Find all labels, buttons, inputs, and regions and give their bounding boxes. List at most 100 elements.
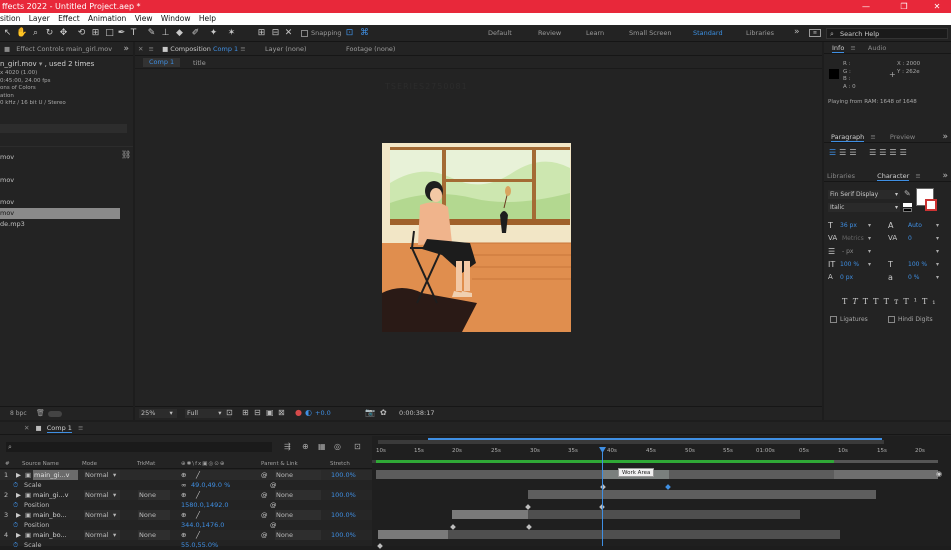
list-item[interactable]: mov <box>0 197 120 208</box>
pickwhip-icon[interactable]: @ <box>270 520 277 530</box>
footage-tab[interactable]: Footage (none) <box>346 42 395 56</box>
menu-animation[interactable]: Animation <box>88 14 126 23</box>
superscript-icon[interactable]: T¹ <box>903 297 922 306</box>
layer-4-bar[interactable] <box>378 530 448 539</box>
snap-edges-icon[interactable]: ⊡ <box>344 28 355 39</box>
mask-visibility-icon[interactable]: ⊟ <box>254 408 261 417</box>
expand-icon[interactable]: ▶ <box>16 510 21 520</box>
workspace-small-screen[interactable]: Small Screen <box>629 29 671 37</box>
zoom-tool-icon[interactable]: ⌕ <box>30 28 41 39</box>
table-row[interactable]: 4 ▶ ▣ main_bo... Normal ▾ None ⊕ ╱ @ Non… <box>0 530 372 540</box>
workspace-default[interactable]: Default <box>488 29 512 37</box>
stopwatch-icon[interactable]: ⏱ <box>13 500 18 510</box>
property-value[interactable]: 344.0,1476.0 <box>181 520 224 530</box>
dropdown-arrow-icon[interactable]: ▾ <box>113 490 116 500</box>
breadcrumb-title[interactable]: title <box>193 59 206 67</box>
project-search-field[interactable] <box>0 124 127 133</box>
table-row[interactable]: 3 ▶ ▣ main_bo... Normal ▾ None ⊕ ╱ @ Non… <box>0 510 372 520</box>
layer-name[interactable]: main_gi...v <box>33 470 78 480</box>
bpc-label[interactable]: 8 bpc <box>10 410 27 417</box>
align-center-icon[interactable]: ☰ <box>839 148 849 157</box>
workspace-menu-icon[interactable]: ≡ <box>809 29 821 37</box>
list-item[interactable]: de.mp3 <box>0 219 120 230</box>
keyframe[interactable] <box>665 484 671 490</box>
character-tab[interactable]: Character <box>877 172 910 181</box>
trkmat-dropdown[interactable]: None <box>138 530 170 540</box>
project-flowchart-icon[interactable]: ⛓ <box>121 150 131 159</box>
exposure-value[interactable]: +0.0 <box>315 409 331 417</box>
workspace-learn[interactable]: Learn <box>586 29 604 37</box>
property-value[interactable]: 49.0,49.0 % <box>191 480 230 490</box>
mode-header[interactable]: Mode <box>82 460 97 469</box>
trkmat-header[interactable]: TrkMat <box>137 460 155 469</box>
menu-layer[interactable]: Layer <box>29 14 50 23</box>
stretch-header[interactable]: Stretch <box>330 460 350 469</box>
shy-switch-icon[interactable]: ⊕ <box>181 510 186 520</box>
pen-tool-icon[interactable]: ✒ <box>116 28 127 39</box>
stopwatch-icon[interactable]: ⏱ <box>13 520 18 530</box>
search-help-field[interactable]: ⌕ Search Help <box>826 28 948 39</box>
pickwhip-icon[interactable]: @ <box>270 500 277 510</box>
trash-icon[interactable]: 🗑 <box>36 409 45 417</box>
quality-switch-icon[interactable]: ╱ <box>196 510 200 520</box>
faux-italic-icon[interactable]: T <box>852 297 862 306</box>
snap-icon[interactable]: ✕ <box>283 28 294 39</box>
list-item[interactable]: mov <box>0 175 120 186</box>
timeline-comp-tab[interactable]: Comp 1 <box>46 424 72 433</box>
align-icon[interactable]: ⊟ <box>270 28 281 39</box>
pickwhip-icon[interactable]: @ <box>261 510 268 520</box>
brush-tool-icon[interactable]: ✎ <box>146 28 157 39</box>
info-tab[interactable]: Info <box>832 44 845 53</box>
justify-last-right-icon[interactable]: ☰ <box>889 148 899 157</box>
layer-2-bar[interactable] <box>528 490 876 499</box>
transparency-grid-icon[interactable]: ⊞ <box>242 408 249 417</box>
table-row[interactable]: 2 ▶ ▣ main_gi...v Normal ▾ None ⊕ ╱ @ No… <box>0 490 372 500</box>
menu-view[interactable]: View <box>135 14 153 23</box>
resolution-dropdown[interactable]: Full ▾ <box>185 409 231 418</box>
kerning-value[interactable]: Metrics <box>842 232 864 245</box>
align-left-icon[interactable]: ☰ <box>829 148 839 157</box>
panel-close-icon[interactable]: ✕ <box>138 45 143 53</box>
viewer-timecode[interactable]: 0:00:38:17 <box>399 409 435 417</box>
breadcrumb-comp-1[interactable]: Comp 1 <box>143 58 181 67</box>
frame-blending-icon[interactable]: ◎ <box>334 442 341 451</box>
close-button[interactable]: ✕ <box>925 0 949 13</box>
workspace-standard[interactable]: Standard <box>693 29 723 37</box>
shy-switch-icon[interactable]: ⊕ <box>181 530 186 540</box>
zoom-to-fit-icon[interactable]: ◉ <box>936 470 942 478</box>
trkmat-dropdown[interactable]: None <box>138 510 170 520</box>
grid-icon[interactable]: ⊞ <box>256 28 267 39</box>
dropdown-arrow-icon[interactable]: ▾ <box>113 510 116 520</box>
dropdown-arrow-icon[interactable]: ▾ <box>113 530 116 540</box>
paragraph-tab[interactable]: Paragraph <box>831 133 865 142</box>
selection-tool-icon[interactable]: ↖ <box>2 28 13 39</box>
layer-tab[interactable]: Layer (none) <box>265 42 306 56</box>
menu-effect[interactable]: Effect <box>58 14 80 23</box>
parent-dropdown[interactable]: None <box>275 490 321 500</box>
leading-value[interactable]: Auto <box>908 219 922 232</box>
property-value[interactable]: 1580.0,1492.0 <box>181 500 229 510</box>
layer-3-bar[interactable] <box>452 510 528 519</box>
pickwhip-icon[interactable]: @ <box>261 470 268 480</box>
layer-name[interactable]: main_gi...v <box>33 490 68 500</box>
work-area-end[interactable] <box>834 460 938 463</box>
tab-menu-icon[interactable]: ≡ <box>240 45 245 53</box>
more-workspaces-icon[interactable]: » <box>794 27 800 37</box>
tsume-value[interactable]: 0 % <box>908 271 919 284</box>
stopwatch-icon[interactable]: ⏱ <box>13 540 18 550</box>
baseline-shift-value[interactable]: 0 px <box>840 271 853 284</box>
panel-overflow-icon[interactable]: » <box>942 131 948 143</box>
link-icon[interactable]: ∞ <box>181 480 186 490</box>
composition-viewer[interactable]: TSERIES2750081 <box>135 70 822 404</box>
channel-icon[interactable]: ● <box>295 408 302 417</box>
align-right-icon[interactable]: ☰ <box>849 148 859 157</box>
all-caps-icon[interactable]: TT <box>863 297 884 306</box>
quality-switch-icon[interactable]: ╱ <box>196 490 200 500</box>
timeline-tracks[interactable]: 10s 15s 20s 25s 30s 35s 40s 45s 50s 55s … <box>372 436 951 549</box>
stretch-value[interactable]: 100.0% <box>331 470 356 480</box>
layer-1-bar-tail[interactable] <box>834 470 938 479</box>
swap-color-white[interactable] <box>903 203 912 207</box>
table-row[interactable]: 1 ▶ ▣ main_gi...v Normal ▾ ⊕ ╱ @ None 10… <box>0 470 372 480</box>
panel-close-icon[interactable]: ✕ <box>24 424 29 432</box>
maximize-button[interactable]: ❐ <box>892 0 916 13</box>
